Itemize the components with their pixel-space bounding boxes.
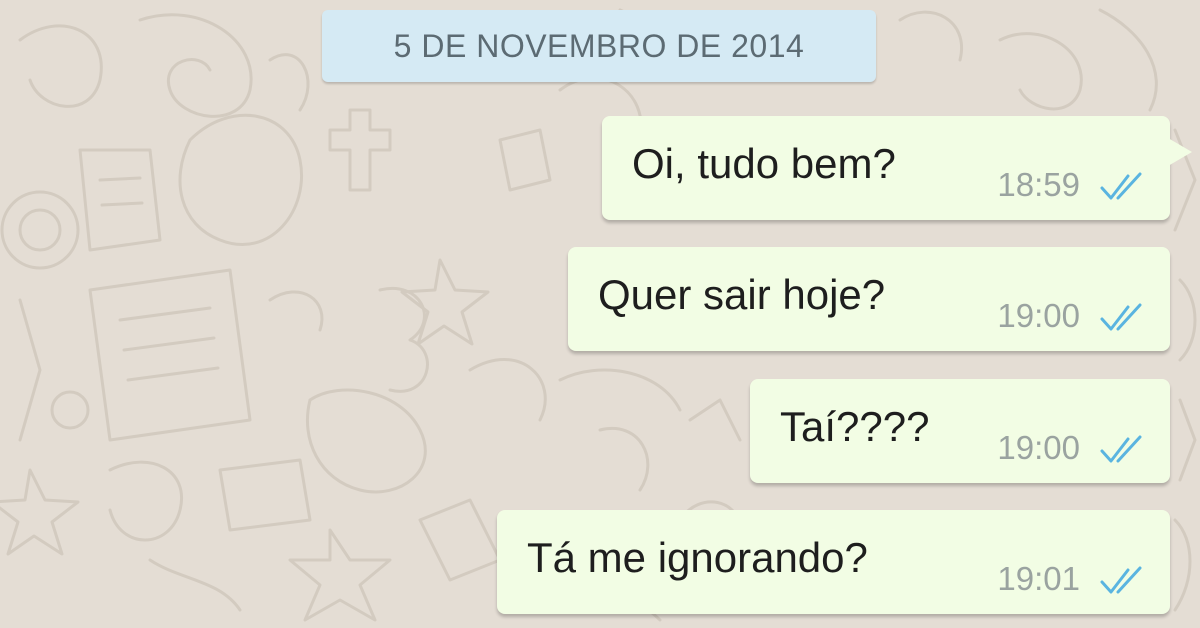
- date-label: 5 DE NOVEMBRO DE 2014: [393, 27, 805, 64]
- date-divider: 5 DE NOVEMBRO DE 2014: [322, 10, 876, 82]
- message-time: 19:01: [997, 560, 1080, 597]
- outgoing-message[interactable]: Taí???? 19:00: [750, 379, 1170, 483]
- double-check-icon: [1100, 172, 1142, 200]
- message-text: Taí????: [780, 403, 930, 450]
- outgoing-message[interactable]: Quer sair hoje? 19:00: [568, 247, 1170, 351]
- message-text: Quer sair hoje?: [598, 271, 886, 318]
- message-time: 18:59: [997, 166, 1080, 203]
- outgoing-message[interactable]: Tá me ignorando? 19:01: [497, 510, 1170, 614]
- bubble-tail: [1168, 138, 1192, 166]
- double-check-icon: [1100, 435, 1142, 463]
- outgoing-message[interactable]: Oi, tudo bem? 18:59: [602, 116, 1192, 220]
- double-check-icon: [1100, 303, 1142, 331]
- message-time: 19:00: [997, 429, 1080, 466]
- message-text: Oi, tudo bem?: [632, 140, 896, 187]
- message-text: Tá me ignorando?: [527, 534, 868, 581]
- double-check-icon: [1100, 566, 1142, 594]
- message-time: 19:00: [997, 297, 1080, 334]
